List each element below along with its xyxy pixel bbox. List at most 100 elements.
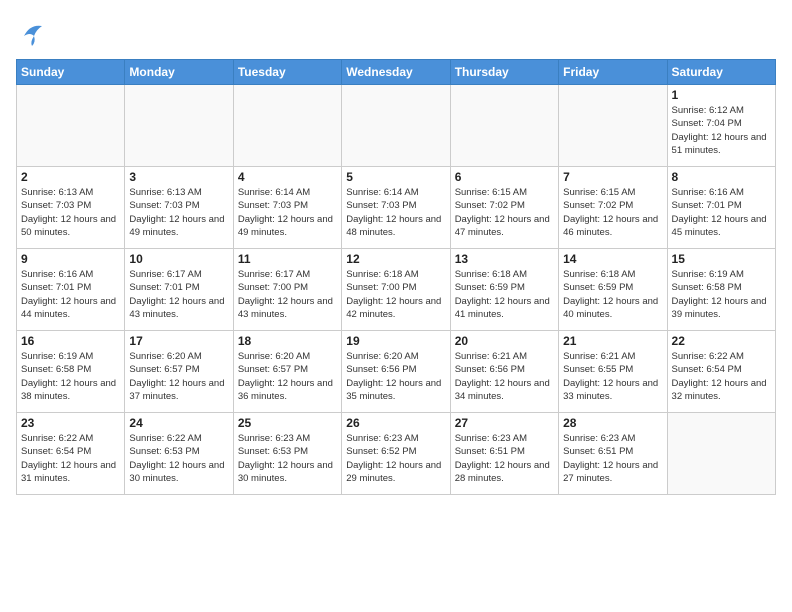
day-info: Sunrise: 6:13 AM Sunset: 7:03 PM Dayligh…	[21, 186, 120, 239]
day-cell: 17Sunrise: 6:20 AM Sunset: 6:57 PM Dayli…	[125, 331, 233, 413]
day-number: 21	[563, 334, 662, 348]
day-cell: 21 Sunrise: 6:21 AM Sunset: 6:55 PM Dayli…	[559, 331, 667, 413]
day-info: Sunrise: 6:18 AM Sunset: 7:00 PM Dayligh…	[346, 268, 445, 321]
day-info: Sunrise: 6:20 AM Sunset: 6:57 PM Dayligh…	[238, 350, 337, 403]
day-cell: 14Sunrise: 6:18 AM Sunset: 6:59 PM Dayli…	[559, 249, 667, 331]
day-number: 6	[455, 170, 554, 184]
day-cell: 12 Sunrise: 6:18 AM Sunset: 7:00 PM Dayli…	[342, 249, 450, 331]
weekday-header-thursday: Thursday	[450, 60, 558, 85]
day-cell: 19 Sunrise: 6:20 AM Sunset: 6:56 PM Dayli…	[342, 331, 450, 413]
weekday-header-saturday: Saturday	[667, 60, 775, 85]
week-row-3: 16 Sunrise: 6:19 AM Sunset: 6:58 PM Dayli…	[17, 331, 776, 413]
day-info: Sunrise: 6:19 AM Sunset: 6:58 PM Dayligh…	[672, 268, 771, 321]
day-cell: 25 Sunrise: 6:23 AM Sunset: 6:53 PM Dayli…	[233, 413, 341, 495]
day-cell: 24 Sunrise: 6:22 AM Sunset: 6:53 PM Dayli…	[125, 413, 233, 495]
page: SundayMondayTuesdayWednesdayThursdayFrid…	[0, 0, 792, 505]
day-info: Sunrise: 6:16 AM Sunset: 7:01 PM Dayligh…	[21, 268, 120, 321]
day-cell: 18Sunrise: 6:20 AM Sunset: 6:57 PM Dayli…	[233, 331, 341, 413]
day-info: Sunrise: 6:16 AM Sunset: 7:01 PM Dayligh…	[672, 186, 771, 239]
day-cell	[667, 413, 775, 495]
day-number: 2	[21, 170, 120, 184]
weekday-header-monday: Monday	[125, 60, 233, 85]
day-number: 25	[238, 416, 337, 430]
day-cell: 27Sunrise: 6:23 AM Sunset: 6:51 PM Dayli…	[450, 413, 558, 495]
day-info: Sunrise: 6:17 AM Sunset: 7:00 PM Dayligh…	[238, 268, 337, 321]
day-info: Sunrise: 6:22 AM Sunset: 6:54 PM Dayligh…	[21, 432, 120, 485]
day-cell: 9 Sunrise: 6:16 AM Sunset: 7:01 PM Daylig…	[17, 249, 125, 331]
day-cell	[125, 85, 233, 167]
day-info: Sunrise: 6:21 AM Sunset: 6:55 PM Dayligh…	[563, 350, 662, 403]
day-number: 17	[129, 334, 228, 348]
day-number: 28	[563, 416, 662, 430]
week-row-4: 23 Sunrise: 6:22 AM Sunset: 6:54 PM Dayli…	[17, 413, 776, 495]
day-cell: 20 Sunrise: 6:21 AM Sunset: 6:56 PM Dayli…	[450, 331, 558, 413]
day-info: Sunrise: 6:20 AM Sunset: 6:56 PM Dayligh…	[346, 350, 445, 403]
day-number: 7	[563, 170, 662, 184]
day-cell: 4Sunrise: 6:14 AM Sunset: 7:03 PM Daylig…	[233, 167, 341, 249]
day-number: 11	[238, 252, 337, 266]
day-number: 1	[672, 88, 771, 102]
day-cell: 11 Sunrise: 6:17 AM Sunset: 7:00 PM Dayli…	[233, 249, 341, 331]
weekday-header-sunday: Sunday	[17, 60, 125, 85]
day-info: Sunrise: 6:18 AM Sunset: 6:59 PM Dayligh…	[455, 268, 554, 321]
day-number: 22	[672, 334, 771, 348]
day-cell: 8 Sunrise: 6:16 AM Sunset: 7:01 PM Daylig…	[667, 167, 775, 249]
logo	[16, 16, 52, 53]
day-cell: 2 Sunrise: 6:13 AM Sunset: 7:03 PM Daylig…	[17, 167, 125, 249]
day-info: Sunrise: 6:14 AM Sunset: 7:03 PM Dayligh…	[346, 186, 445, 239]
day-cell	[450, 85, 558, 167]
day-cell: 1 Sunrise: 6:12 AM Sunset: 7:04 PM Daylig…	[667, 85, 775, 167]
weekday-header-row: SundayMondayTuesdayWednesdayThursdayFrid…	[17, 60, 776, 85]
day-cell	[233, 85, 341, 167]
day-number: 24	[129, 416, 228, 430]
header	[16, 16, 776, 53]
calendar-table: SundayMondayTuesdayWednesdayThursdayFrid…	[16, 59, 776, 495]
day-number: 16	[21, 334, 120, 348]
day-number: 20	[455, 334, 554, 348]
day-number: 4	[238, 170, 337, 184]
day-info: Sunrise: 6:22 AM Sunset: 6:53 PM Dayligh…	[129, 432, 228, 485]
day-number: 3	[129, 170, 228, 184]
day-number: 10	[129, 252, 228, 266]
day-info: Sunrise: 6:13 AM Sunset: 7:03 PM Dayligh…	[129, 186, 228, 239]
day-number: 19	[346, 334, 445, 348]
day-number: 5	[346, 170, 445, 184]
day-number: 27	[455, 416, 554, 430]
logo-bird-icon	[16, 16, 48, 53]
day-cell: 16 Sunrise: 6:19 AM Sunset: 6:58 PM Dayli…	[17, 331, 125, 413]
week-row-0: 1 Sunrise: 6:12 AM Sunset: 7:04 PM Daylig…	[17, 85, 776, 167]
day-info: Sunrise: 6:12 AM Sunset: 7:04 PM Dayligh…	[672, 104, 771, 157]
week-row-2: 9 Sunrise: 6:16 AM Sunset: 7:01 PM Daylig…	[17, 249, 776, 331]
day-number: 12	[346, 252, 445, 266]
day-number: 15	[672, 252, 771, 266]
day-number: 9	[21, 252, 120, 266]
day-info: Sunrise: 6:19 AM Sunset: 6:58 PM Dayligh…	[21, 350, 120, 403]
day-cell: 22 Sunrise: 6:22 AM Sunset: 6:54 PM Dayli…	[667, 331, 775, 413]
day-info: Sunrise: 6:15 AM Sunset: 7:02 PM Dayligh…	[455, 186, 554, 239]
weekday-header-wednesday: Wednesday	[342, 60, 450, 85]
day-cell: 23 Sunrise: 6:22 AM Sunset: 6:54 PM Dayli…	[17, 413, 125, 495]
day-cell: 7 Sunrise: 6:15 AM Sunset: 7:02 PM Daylig…	[559, 167, 667, 249]
day-info: Sunrise: 6:23 AM Sunset: 6:53 PM Dayligh…	[238, 432, 337, 485]
day-number: 26	[346, 416, 445, 430]
day-cell	[342, 85, 450, 167]
day-cell: 3 Sunrise: 6:13 AM Sunset: 7:03 PM Daylig…	[125, 167, 233, 249]
day-info: Sunrise: 6:15 AM Sunset: 7:02 PM Dayligh…	[563, 186, 662, 239]
day-number: 23	[21, 416, 120, 430]
day-cell: 6 Sunrise: 6:15 AM Sunset: 7:02 PM Daylig…	[450, 167, 558, 249]
day-info: Sunrise: 6:17 AM Sunset: 7:01 PM Dayligh…	[129, 268, 228, 321]
day-cell: 26Sunrise: 6:23 AM Sunset: 6:52 PM Dayli…	[342, 413, 450, 495]
day-info: Sunrise: 6:23 AM Sunset: 6:51 PM Dayligh…	[563, 432, 662, 485]
day-number: 8	[672, 170, 771, 184]
day-cell	[559, 85, 667, 167]
day-cell: 5 Sunrise: 6:14 AM Sunset: 7:03 PM Daylig…	[342, 167, 450, 249]
day-cell: 28 Sunrise: 6:23 AM Sunset: 6:51 PM Dayli…	[559, 413, 667, 495]
day-info: Sunrise: 6:22 AM Sunset: 6:54 PM Dayligh…	[672, 350, 771, 403]
day-info: Sunrise: 6:21 AM Sunset: 6:56 PM Dayligh…	[455, 350, 554, 403]
day-cell	[17, 85, 125, 167]
day-cell: 15 Sunrise: 6:19 AM Sunset: 6:58 PM Dayli…	[667, 249, 775, 331]
day-info: Sunrise: 6:18 AM Sunset: 6:59 PM Dayligh…	[563, 268, 662, 321]
week-row-1: 2 Sunrise: 6:13 AM Sunset: 7:03 PM Daylig…	[17, 167, 776, 249]
day-cell: 13Sunrise: 6:18 AM Sunset: 6:59 PM Dayli…	[450, 249, 558, 331]
weekday-header-tuesday: Tuesday	[233, 60, 341, 85]
